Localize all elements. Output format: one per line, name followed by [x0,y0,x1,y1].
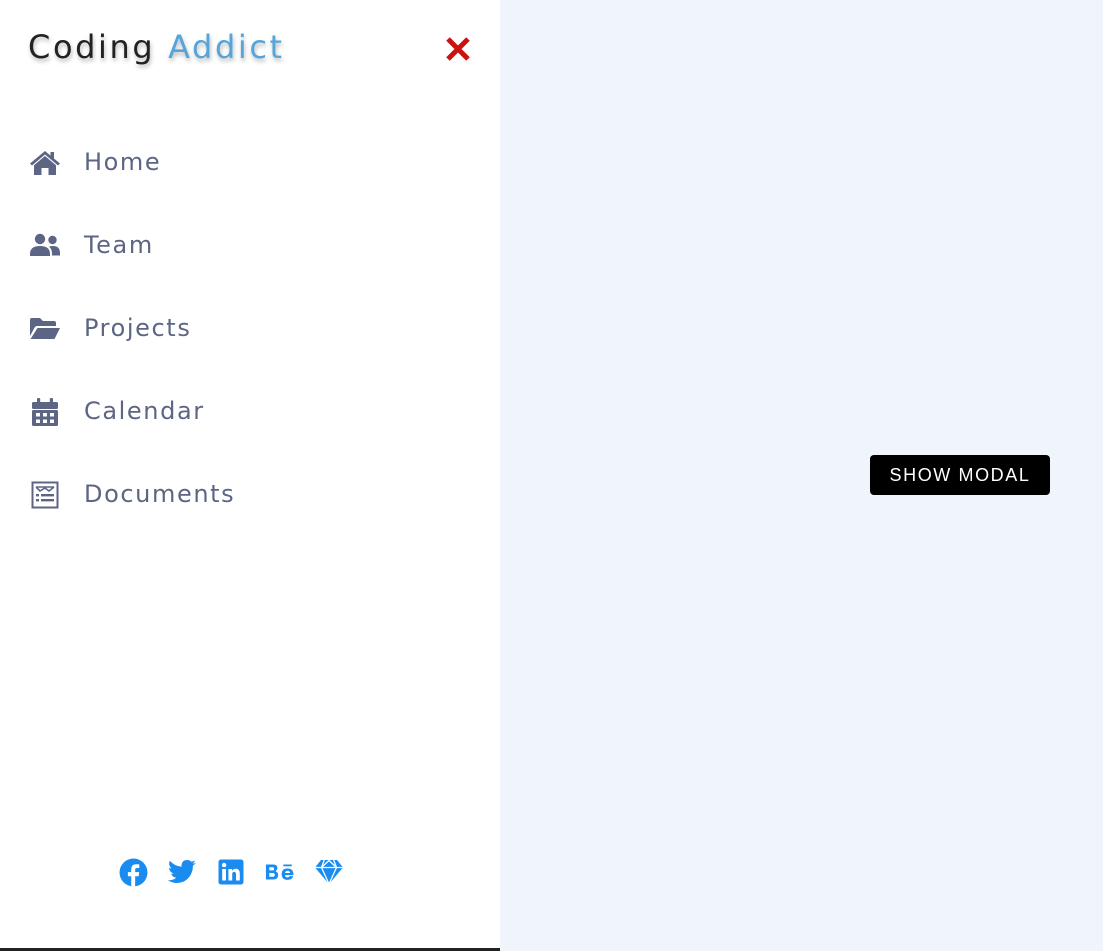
linkedin-icon [218,859,244,885]
sidebar-item-label: Team [84,231,154,259]
sidebar-item-projects[interactable]: Projects [0,288,500,371]
sidebar-item-label: Calendar [84,397,205,425]
logo-word-primary: Coding [28,28,156,66]
sidebar-item-label: Documents [84,480,236,508]
calendar-icon [32,398,58,426]
social-links [118,857,363,887]
sidebar-nav: Home Team Projects Calendar Documents [0,122,500,537]
facebook-icon [119,858,147,886]
sidebar-item-documents[interactable]: Documents [0,454,500,537]
close-icon [446,37,470,61]
social-link-sketch[interactable] [314,857,344,887]
social-link-linkedin[interactable] [216,857,246,887]
folder-open-icon [30,318,60,339]
social-link-facebook[interactable] [118,857,148,887]
twitter-icon [167,860,196,883]
sidebar-item-label: Home [84,148,162,176]
sidebar-item-home[interactable]: Home [0,122,500,205]
social-link-behance[interactable] [265,857,295,887]
sidebar: Coding Addict Home Team Projects Calenda… [0,0,500,948]
sketch-icon [315,859,343,885]
logo-word-accent: Addict [168,28,285,66]
behance-icon [265,864,294,880]
social-link-twitter[interactable] [167,857,197,887]
documents-icon [31,481,59,509]
logo: Coding Addict [28,28,285,66]
home-icon [30,151,60,175]
sidebar-item-team[interactable]: Team [0,205,500,288]
show-modal-button[interactable]: SHOW MODAL [870,455,1050,495]
users-icon [30,233,60,256]
close-sidebar-button[interactable] [443,34,473,64]
sidebar-item-calendar[interactable]: Calendar [0,371,500,454]
sidebar-item-label: Projects [84,314,192,342]
